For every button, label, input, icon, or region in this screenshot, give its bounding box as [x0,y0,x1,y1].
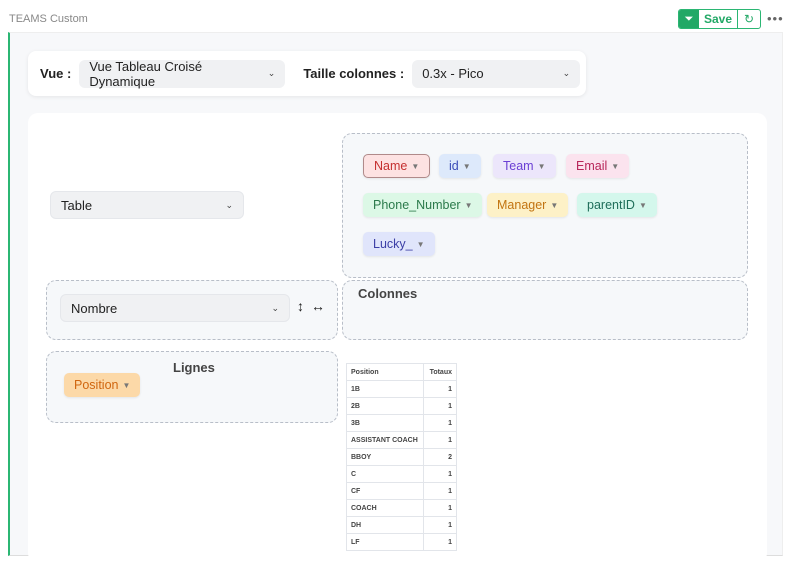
field-chip-parentid[interactable]: parentID ▼ [577,193,657,217]
caret-down-icon: ▼ [638,200,647,210]
row-total: 1 [423,482,457,500]
field-chip-lucky-[interactable]: Lucky_ ▼ [363,232,435,256]
row-total: 2 [423,448,457,466]
field-chip-team[interactable]: Team ▼ [493,154,556,178]
table-row: COACH 1 [346,499,457,517]
renderer-select[interactable]: Table ⌄ [50,191,244,219]
table-row: 2B 1 [346,397,457,415]
row-label: LF [346,533,424,551]
size-value: 0.3x - Pico [422,66,484,81]
vue-value: Vue Tableau Croisé Dynamique [89,58,203,89]
columns-title: Colonnes [358,286,418,301]
chip-label: Manager [497,198,547,212]
chip-label: Name [374,159,408,173]
field-chip-position[interactable]: Position ▼ [64,373,141,397]
settings-bar: Vue : Vue Tableau Croisé Dynamique ⌄ Tail… [28,51,586,96]
chevron-down-icon: ⌄ [271,302,279,313]
caret-down-icon: ▼ [550,200,559,210]
aggregator-zone: Nombre ⌄ ↕ ↔ [46,280,338,340]
vue-label: Vue : [40,66,72,81]
row-label: 3B [346,414,424,432]
table-row: ASSISTANT COACH 1 [346,431,457,449]
aggregator-value: Nombre [71,300,118,316]
rows-title: Lignes [173,360,215,375]
chip-label: Team [503,159,534,173]
caret-down-icon: ▼ [611,161,620,171]
rows-zone: Lignes Position ▼ [46,351,338,423]
reset-icon[interactable]: ↻ [738,10,760,28]
row-total: 1 [423,431,457,449]
row-total: 1 [423,397,457,415]
chevron-down-icon: ⌄ [562,68,571,78]
caret-down-icon: ▼ [411,161,420,171]
size-label: Taille colonnes : [303,66,405,81]
sort-rows-icon[interactable]: ↕ [297,298,304,314]
row-total: 1 [423,465,457,483]
chip-label: Email [576,159,608,173]
row-total: 1 [423,533,457,551]
table-row: DH 1 [346,516,457,534]
row-label: BBOY [346,448,424,466]
field-chip-id[interactable]: id ▼ [439,154,481,178]
caret-down-icon: ▼ [416,239,425,249]
save-button[interactable]: Save [699,10,739,28]
field-chip-email[interactable]: Email ▼ [566,154,630,178]
columns-zone: Colonnes [342,280,748,340]
aggregator-select[interactable]: Nombre ⌄ [60,294,290,322]
row-label: CF [346,482,424,500]
caret-down-icon: ▼ [122,380,131,390]
table-row: BBOY 2 [346,448,457,466]
table-row: LF 1 [346,533,457,551]
renderer-value: Table [61,197,93,213]
vue-select[interactable]: Vue Tableau Croisé Dynamique ⌄ [79,58,286,89]
row-label: DH [346,516,424,534]
pivot-card: Table ⌄ Name ▼ id ▼ Team ▼ Email ▼ Phone_Number ▼ M… [28,113,767,563]
column-header: Totaux [423,363,457,381]
pivot-frame: Vue : Vue Tableau Croisé Dynamique ⌄ Tail… [8,32,783,563]
unused-fields-zone: Name ▼ id ▼ Team ▼ Email ▼ Phone_Number ▼ Manager ▼… [342,133,748,278]
chip-label: Phone_Number [373,198,461,212]
pivot-table: Position Totaux 1B 1 2B 1 3B 1 ASSISTANT COACH… [346,363,457,551]
caret-down-icon: ▼ [462,161,471,171]
row-total: 1 [423,499,457,517]
filter-icon[interactable]: ⏷ [679,10,699,28]
chevron-down-icon: ⌄ [225,199,233,210]
row-label: ASSISTANT COACH [346,431,424,449]
more-icon[interactable]: ••• [767,11,784,26]
size-select[interactable]: 0.3x - Pico ⌄ [412,59,581,88]
field-chip-manager[interactable]: Manager ▼ [487,193,569,217]
row-label: 1B [346,380,424,398]
toolbar: ⏷ Save ↻ [678,9,762,29]
row-label: C [346,465,424,483]
table-row: 3B 1 [346,414,457,432]
app-title: TEAMS Custom [9,13,88,25]
chip-label: Position [74,378,119,392]
table-row: 1B 1 [346,380,457,398]
chip-label: parentID [587,198,635,212]
table-row: CF 1 [346,482,457,500]
caret-down-icon: ▼ [464,200,473,210]
table-row: C1 [346,465,457,483]
sort-cols-icon[interactable]: ↔ [311,298,325,314]
row-total: 1 [423,380,457,398]
chip-label: id [449,159,459,173]
column-header: Position [346,363,424,381]
row-label: COACH [346,499,424,517]
field-chip-phone-number[interactable]: Phone_Number ▼ [363,193,483,217]
row-label: 2B [346,397,424,415]
row-total: 1 [423,414,457,432]
caret-down-icon: ▼ [537,161,546,171]
field-chip-name[interactable]: Name ▼ [363,154,431,178]
chevron-down-icon: ⌄ [267,68,276,78]
row-total: 1 [423,516,457,534]
table-header-row: Position Totaux [346,363,457,381]
chip-label: Lucky_ [373,237,413,251]
